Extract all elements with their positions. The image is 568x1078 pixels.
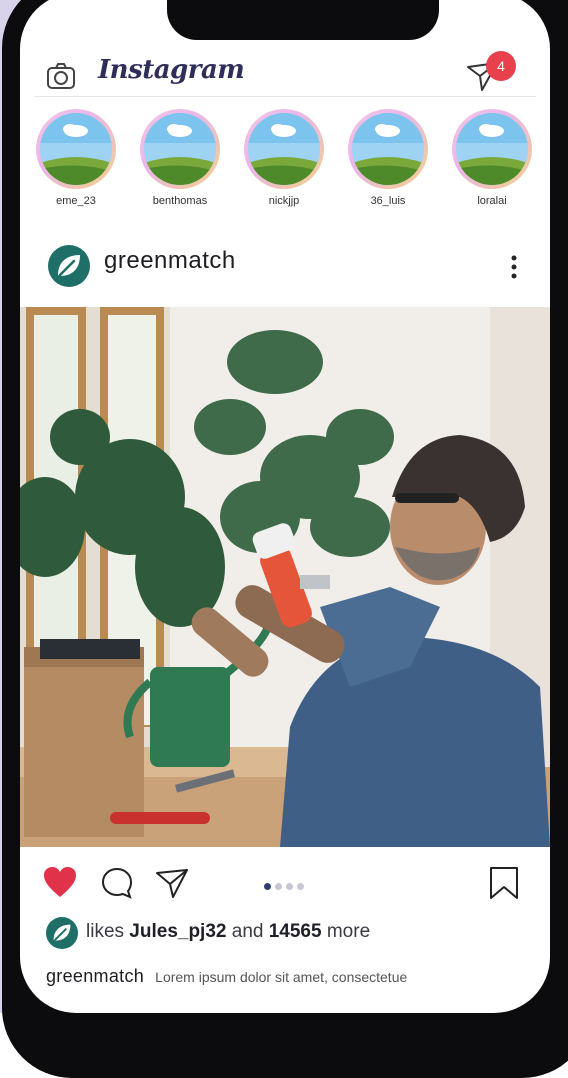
header-divider <box>34 96 536 97</box>
phone-screen: Instagram 4 eme_23 benthomas nickjjp 36_lui… <box>20 0 550 1013</box>
carousel-dot[interactable] <box>297 883 304 890</box>
top-bar: Instagram 4 <box>20 43 550 113</box>
likes-count: 14565 <box>268 921 322 942</box>
story-item[interactable]: loralai <box>452 109 532 207</box>
post-actions <box>20 855 550 915</box>
post-header: greenmatch <box>20 233 550 303</box>
story-thumbnail <box>456 113 528 185</box>
story-ring[interactable] <box>140 109 220 189</box>
liker-avatar <box>46 917 78 949</box>
carousel-dot[interactable] <box>264 883 271 890</box>
heart-icon[interactable] <box>42 865 78 899</box>
bookmark-icon[interactable] <box>488 865 520 901</box>
carousel-dot[interactable] <box>275 883 282 890</box>
story-item[interactable]: benthomas <box>140 109 220 207</box>
likes-prefix: likes <box>86 921 125 942</box>
avatar[interactable] <box>48 245 90 287</box>
likes-user[interactable]: Jules_pj32 <box>129 921 226 942</box>
story-ring[interactable] <box>244 109 324 189</box>
more-vertical-icon[interactable] <box>508 253 520 281</box>
story-username: nickjjp <box>268 195 300 207</box>
story-username: loralai <box>477 195 507 207</box>
story-item[interactable]: eme_23 <box>36 109 116 207</box>
app-logo: Instagram <box>98 55 245 85</box>
caption-username[interactable]: greenmatch <box>46 966 144 986</box>
story-ring[interactable] <box>348 109 428 189</box>
likes-connector: and <box>231 921 264 942</box>
story-username: 36_luis <box>370 195 406 207</box>
post-image[interactable] <box>20 307 550 847</box>
story-item[interactable]: 36_luis <box>348 109 428 207</box>
phone-frame: Instagram 4 eme_23 benthomas nickjjp 36_lui… <box>2 0 568 1078</box>
stories-row: eme_23 benthomas nickjjp 36_luis loralai <box>20 109 550 219</box>
carousel-indicator <box>264 875 308 890</box>
share-icon[interactable] <box>154 866 190 900</box>
story-thumbnail <box>248 113 320 185</box>
story-thumbnail <box>40 113 112 185</box>
carousel-dot[interactable] <box>286 883 293 890</box>
story-ring[interactable] <box>452 109 532 189</box>
notification-badge: 4 <box>486 51 516 81</box>
story-ring[interactable] <box>36 109 116 189</box>
story-username: eme_23 <box>56 195 96 207</box>
comment-icon[interactable] <box>100 866 134 900</box>
story-item[interactable]: nickjjp <box>244 109 324 207</box>
story-thumbnail <box>144 113 216 185</box>
caption: greenmatch Lorem ipsum dolor sit amet, c… <box>46 966 546 996</box>
story-username: benthomas <box>152 195 208 207</box>
story-thumbnail <box>352 113 424 185</box>
phone-notch <box>167 0 439 40</box>
caption-text: Lorem ipsum dolor sit amet, consectetue <box>155 969 408 985</box>
post-username[interactable]: greenmatch <box>104 247 236 275</box>
post-photo-illustration <box>20 307 550 847</box>
likes-text[interactable]: likes Jules_pj32 and 14565 more <box>86 921 370 943</box>
camera-icon[interactable] <box>46 61 76 91</box>
likes-row: likes Jules_pj32 and 14565 more <box>20 913 550 953</box>
likes-suffix: more <box>326 921 371 942</box>
